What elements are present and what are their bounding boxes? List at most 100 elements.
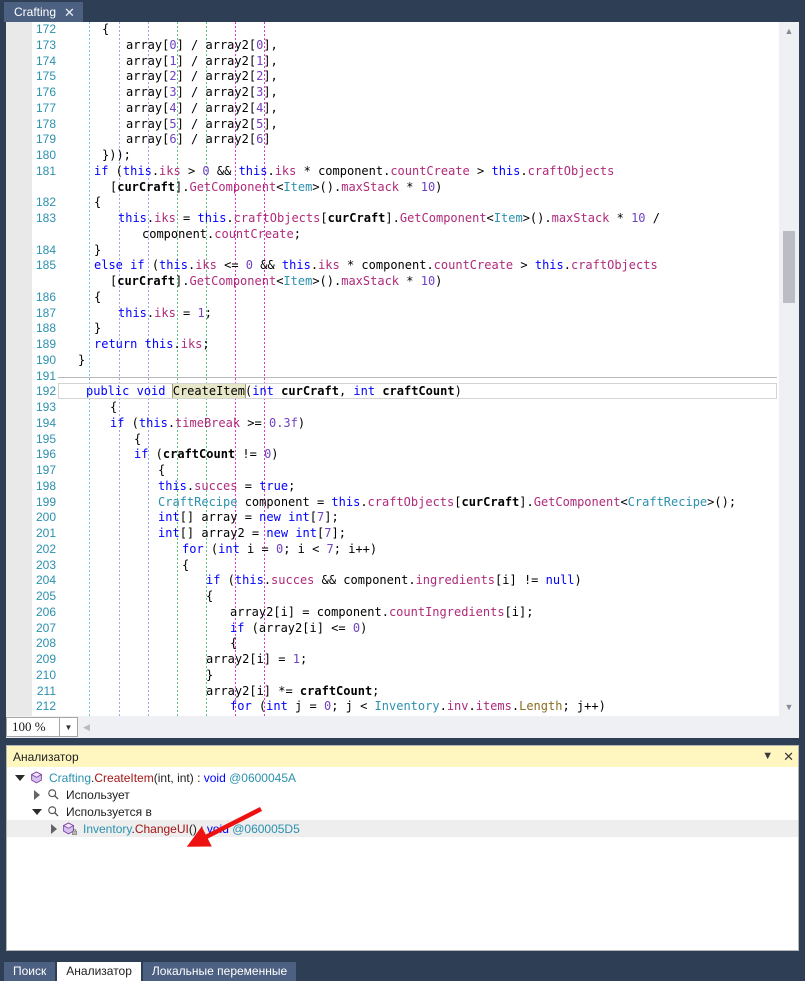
chevron-down-icon[interactable]: ▼ xyxy=(762,751,773,762)
line-number: 192 xyxy=(35,384,56,399)
scroll-left-icon[interactable]: ◀ xyxy=(78,717,95,737)
analyzer-tree-row[interactable]: Inventory.ChangeUI() : void @060005D5 xyxy=(7,820,798,837)
code-text: array2[i] = 1; xyxy=(206,652,308,666)
method-private-icon xyxy=(61,822,79,835)
analyzer-tree[interactable]: Crafting.CreateItem(int, int) : void @06… xyxy=(7,767,798,950)
code-line[interactable]: 205 { xyxy=(6,589,779,605)
code-text: if (this.iks > 0 && this.iks * component… xyxy=(94,163,615,178)
close-icon[interactable]: ✕ xyxy=(783,750,794,763)
method-icon xyxy=(27,771,45,784)
bottom-tab-1[interactable]: Анализатор xyxy=(57,962,141,981)
expander-closed-icon[interactable] xyxy=(30,789,44,800)
line-number: 196 xyxy=(35,447,56,462)
code-line[interactable]: 203 { xyxy=(6,558,779,574)
code-line[interactable]: 207 if (array2[i] <= 0) xyxy=(6,621,779,637)
code-text: CraftRecipe component = this.craftObject… xyxy=(158,494,737,509)
code-line[interactable]: 185 else if (this.iks <= 0 && this.iks * … xyxy=(6,258,779,274)
scroll-up-icon[interactable]: ▲ xyxy=(779,22,799,40)
code-text: array2[i] *= craftCount; xyxy=(206,683,380,698)
code-line[interactable]: 184} xyxy=(6,243,779,259)
code-line[interactable]: 195 { xyxy=(6,432,779,448)
code-line[interactable]: 173 array[0] / array2[0], xyxy=(6,38,779,54)
code-text: } xyxy=(78,352,86,367)
code-line[interactable]: 187 this.iks = 1; xyxy=(6,306,779,322)
code-text: this.succes = true; xyxy=(158,478,296,493)
code-text: { xyxy=(110,400,118,414)
analyzer-tree-row[interactable]: Crafting.CreateItem(int, int) : void @06… xyxy=(7,769,798,786)
analyzer-tree-row[interactable]: Используется в xyxy=(7,803,798,820)
line-number: 209 xyxy=(35,652,56,666)
code-line[interactable]: 193 { xyxy=(6,400,779,416)
code-line[interactable]: 210} xyxy=(6,668,779,684)
code-line[interactable]: 182 { xyxy=(6,195,779,211)
code-line[interactable]: 175 array[2] / array2[2], xyxy=(6,69,779,85)
line-number: 172 xyxy=(35,22,56,36)
bottom-tab-0[interactable]: Поиск xyxy=(4,962,56,981)
code-text: component.countCreate; xyxy=(142,226,301,241)
code-line[interactable]: 180})); xyxy=(6,148,779,164)
line-number: 206 xyxy=(35,604,56,619)
code-line[interactable]: 190} xyxy=(6,353,779,369)
code-line[interactable]: [curCraft].GetComponent<Item>().maxStack… xyxy=(6,180,779,196)
code-line[interactable]: 204 if (this.succes && component.ingredie… xyxy=(6,573,779,589)
code-line[interactable]: 186 { xyxy=(6,290,779,306)
visual-studio-window: Crafting ✕ 172{173 array[0] / array2[0], 1… xyxy=(0,0,805,981)
code-text: { xyxy=(158,463,166,477)
bottom-tab-2[interactable]: Локальные переменные xyxy=(142,962,297,981)
code-lines: 172 {173 array[0] / array2[0], 174 array[1] … xyxy=(6,22,779,716)
code-text: else if (this.iks <= 0 && this.iks * com… xyxy=(94,258,658,273)
close-icon[interactable]: ✕ xyxy=(64,6,75,19)
code-text: { xyxy=(206,589,214,603)
code-line[interactable]: 202 for (int i = 0; i < 7; i++) xyxy=(6,542,779,558)
code-line[interactable]: 174 array[1] / array2[1], xyxy=(6,54,779,70)
code-text: { xyxy=(94,289,102,304)
code-line[interactable]: 172 { xyxy=(6,22,779,38)
code-line[interactable]: 199 CraftRecipe component = this.craftObj… xyxy=(6,495,779,511)
code-line[interactable]: 177 array[4] / array2[4], xyxy=(6,101,779,117)
code-editor[interactable]: 172 {173 array[0] / array2[0], 174 array[1] … xyxy=(6,22,799,716)
code-line[interactable]: 188} xyxy=(6,321,779,337)
code-line[interactable]: 192 public void CreateItem(int curCraft, … xyxy=(6,383,779,400)
code-line[interactable]: 181 if (this.iks > 0 && this.iks * compon… xyxy=(6,164,779,180)
code-line[interactable]: 206 array2[i] = component.countIngredient… xyxy=(6,605,779,621)
editor-vertical-scrollbar[interactable]: ▲ ▼ xyxy=(779,22,799,716)
line-number: 203 xyxy=(35,557,56,572)
code-line[interactable]: 179 array[6] / array2[6] xyxy=(6,132,779,148)
code-line[interactable]: 209 array2[i] = 1; xyxy=(6,652,779,668)
code-text: if (this.timeBreak >= 0.3f) xyxy=(110,415,306,430)
code-line[interactable]: 196 if (craftCount != 0) xyxy=(6,447,779,463)
code-line[interactable]: 211 array2[i] *= craftCount; xyxy=(6,684,779,700)
code-line[interactable]: 200 int[] array = new int[7]; xyxy=(6,510,779,526)
code-text: { xyxy=(182,557,190,572)
expander-open-icon[interactable] xyxy=(30,808,44,815)
code-line[interactable]: 208 { xyxy=(6,636,779,652)
line-number: 181 xyxy=(35,163,56,178)
code-text: array[1] / array2[1], xyxy=(126,53,278,68)
line-number: 200 xyxy=(35,510,56,525)
code-line[interactable]: 201 int[] array2 = new int[7]; xyxy=(6,526,779,542)
analyzer-tree-row[interactable]: Использует xyxy=(7,786,798,803)
zoom-level-input[interactable]: 100 % xyxy=(6,717,60,737)
scrollbar-thumb[interactable] xyxy=(783,231,795,303)
code-line[interactable]: 194 if (this.timeBreak >= 0.3f) xyxy=(6,416,779,432)
code-line[interactable]: 197 { xyxy=(6,463,779,479)
code-line[interactable]: 212 for (int j = 0; j < Inventory.inv.ite… xyxy=(6,699,779,715)
code-line[interactable]: [curCraft].GetComponent<Item>().maxStack… xyxy=(6,274,779,290)
expander-closed-icon[interactable] xyxy=(47,823,61,834)
code-surface[interactable]: 172 {173 array[0] / array2[0], 174 array[1] … xyxy=(6,22,779,716)
expander-open-icon[interactable] xyxy=(13,774,27,781)
code-line[interactable]: 178 array[5] / array2[5], xyxy=(6,117,779,133)
analyzer-title: Анализатор xyxy=(13,749,79,764)
line-number: 188 xyxy=(35,321,56,336)
code-line[interactable]: component.countCreate; xyxy=(6,227,779,243)
code-text: [curCraft].GetComponent<Item>().maxStack… xyxy=(110,179,443,194)
code-line[interactable]: 198 this.succes = true; xyxy=(6,479,779,495)
chevron-down-icon[interactable]: ▼ xyxy=(60,717,78,737)
scroll-down-icon[interactable]: ▼ xyxy=(779,698,799,716)
code-line[interactable]: 189 return this.iks; xyxy=(6,337,779,353)
code-line[interactable]: 176 array[3] / array2[3], xyxy=(6,85,779,101)
line-number: 211 xyxy=(36,683,56,698)
code-line[interactable]: 183 this.iks = this.craftObjects[curCraft… xyxy=(6,211,779,227)
code-text: for (int i = 0; i < 7; i++) xyxy=(182,541,378,556)
editor-tab-crafting[interactable]: Crafting ✕ xyxy=(4,2,83,22)
